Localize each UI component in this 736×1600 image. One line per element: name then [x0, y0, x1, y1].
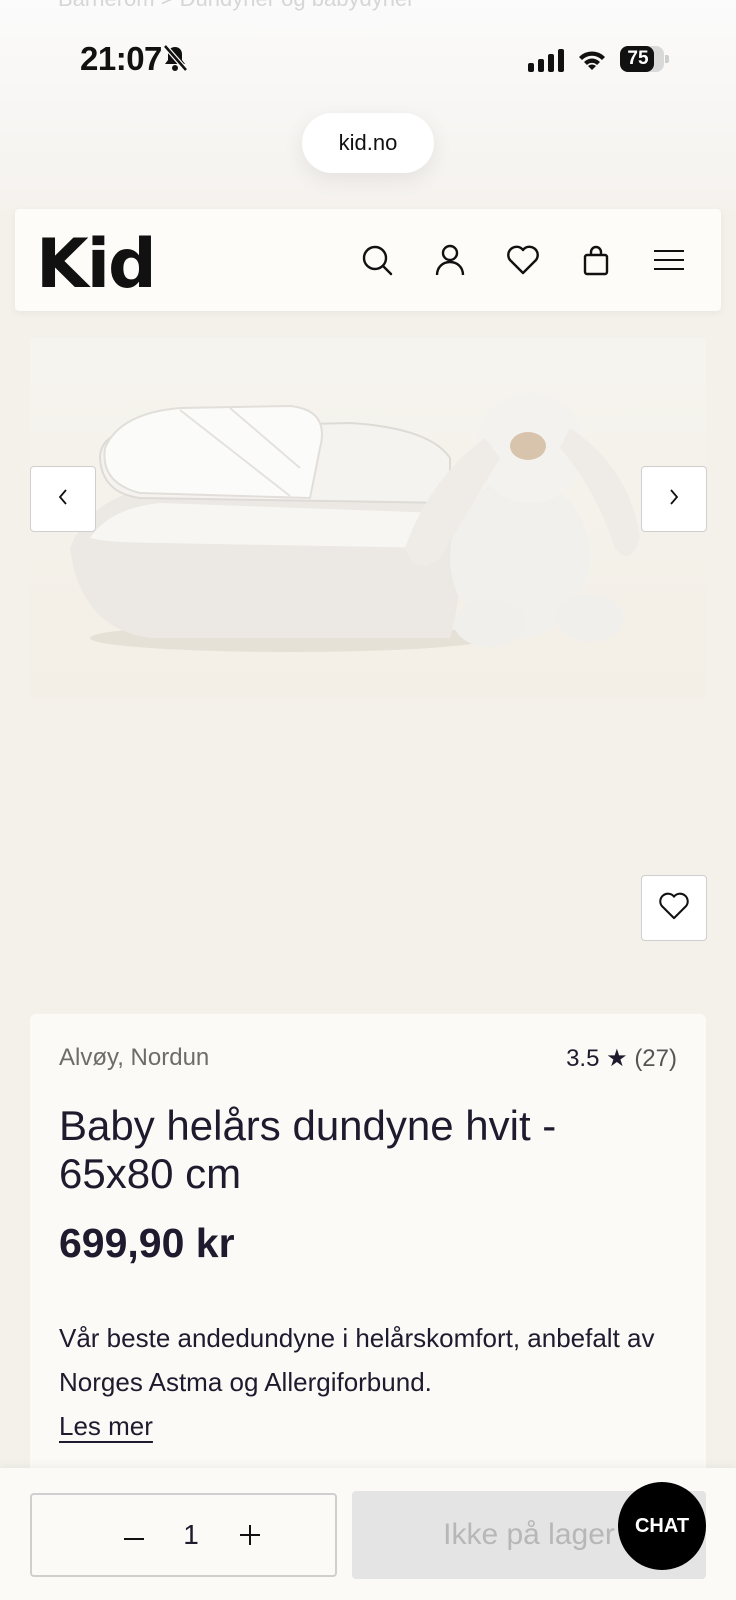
description-text: Vår beste andedundyne i helårskomfort, a… — [59, 1323, 655, 1397]
chat-button[interactable]: CHAT — [618, 1482, 706, 1570]
signal-icon — [528, 48, 564, 72]
chevron-right-icon — [667, 488, 681, 511]
plus-icon — [239, 1524, 261, 1551]
minus-icon — [123, 1528, 145, 1546]
chevron-left-icon — [56, 488, 70, 511]
status-time: 21:07 — [80, 40, 162, 77]
star-icon: ★ — [606, 1045, 628, 1072]
next-image-button[interactable] — [641, 466, 707, 532]
search-icon[interactable] — [357, 240, 397, 280]
product-price: 699,90 kr — [59, 1220, 235, 1266]
increase-quantity-button[interactable] — [228, 1515, 272, 1559]
heart-icon — [658, 892, 690, 925]
add-to-wishlist-button[interactable] — [641, 875, 707, 941]
site-header: Kid — [15, 209, 721, 311]
battery-indicator: 75 — [620, 46, 669, 72]
heart-icon[interactable] — [503, 240, 543, 280]
product-rating[interactable]: 3.5 ★ (27) — [566, 1044, 677, 1073]
bag-icon[interactable] — [576, 240, 616, 280]
status-bar: 21:07 75 — [0, 30, 736, 90]
quantity-stepper: 1 — [30, 1493, 337, 1577]
url-bar[interactable]: kid.no — [302, 113, 434, 173]
product-image — [30, 338, 706, 698]
rating-value: 3.5 — [566, 1045, 600, 1072]
product-brand[interactable]: Alvøy, Nordun — [59, 1044, 209, 1072]
user-icon[interactable] — [430, 240, 470, 280]
bell-muted-icon — [162, 44, 188, 77]
battery-level: 75 — [627, 48, 649, 69]
product-description: Vår beste andedundyne i helårskomfort, a… — [59, 1316, 669, 1448]
wifi-icon — [576, 46, 608, 77]
breadcrumb: Barnerom > Dundyner og babydyner — [58, 0, 415, 12]
product-title: Baby helårs dundyne hvit - 65x80 cm — [59, 1102, 557, 1197]
quantity-value[interactable]: 1 — [176, 1519, 206, 1551]
menu-icon[interactable] — [649, 240, 689, 280]
prev-image-button[interactable] — [30, 466, 96, 532]
read-more-link[interactable]: Les mer — [59, 1411, 153, 1441]
review-count: (27) — [634, 1045, 677, 1072]
decrease-quantity-button[interactable] — [112, 1515, 156, 1559]
site-logo[interactable]: Kid — [36, 225, 157, 304]
